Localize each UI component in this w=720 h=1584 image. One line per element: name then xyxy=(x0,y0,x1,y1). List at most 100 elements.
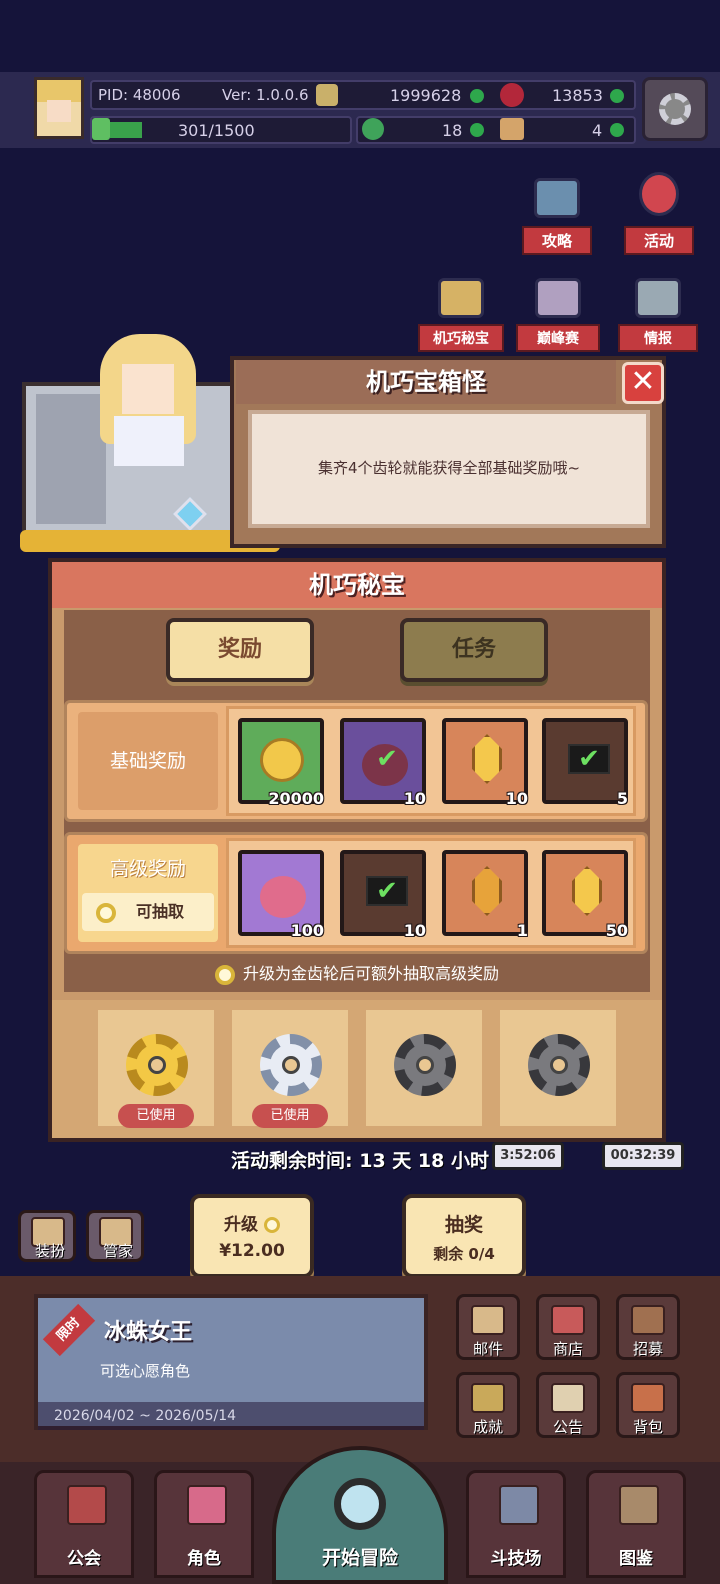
item-icon xyxy=(500,118,524,140)
guide-button[interactable]: 攻略 xyxy=(522,178,592,255)
notice-button[interactable]: 公告 xyxy=(536,1372,600,1438)
dress-button[interactable]: 装扮 xyxy=(18,1210,76,1262)
castle-icon xyxy=(67,1485,107,1525)
activity-button[interactable]: 活动 xyxy=(624,168,694,255)
mail-icon xyxy=(471,1305,505,1335)
player-avatar[interactable] xyxy=(34,77,84,139)
achievement-button[interactable]: 成就 xyxy=(456,1372,520,1438)
add-gem-icon[interactable] xyxy=(610,89,624,103)
reward-item[interactable]: 20000 xyxy=(238,718,324,808)
gear-slot[interactable]: 已使用 xyxy=(232,1010,348,1128)
chest-icon xyxy=(631,1305,665,1335)
butler-button[interactable]: 管家 xyxy=(86,1210,144,1262)
treasure-icon xyxy=(438,278,484,318)
timer-badge: 3:52:06 xyxy=(492,1142,564,1170)
megaphone-icon xyxy=(551,1383,585,1413)
dialog-title: 机巧宝箱怪 xyxy=(236,360,616,404)
panel-title: 机巧秘宝 xyxy=(52,562,662,608)
nav-codex[interactable]: 图鉴 xyxy=(586,1470,686,1578)
activity-label: 活动 xyxy=(624,226,694,255)
limited-tag: 限时 xyxy=(42,1303,96,1357)
add-clover-icon[interactable] xyxy=(470,123,484,137)
banner-date: 2026/04/02 ~ 2026/05/14 xyxy=(38,1402,424,1430)
timer-badge: 00:32:39 xyxy=(602,1142,684,1170)
reward-item[interactable]: 1 xyxy=(442,850,528,940)
gear-slot[interactable] xyxy=(366,1010,482,1126)
check-icon: ✔ xyxy=(366,876,408,906)
swords-icon xyxy=(499,1485,539,1525)
bag-button[interactable]: 背包 xyxy=(616,1372,680,1438)
tab-reward[interactable]: 奖励 xyxy=(166,618,314,682)
add-gold-icon[interactable] xyxy=(470,89,484,103)
balloon-icon xyxy=(639,172,679,216)
magnifier-icon xyxy=(334,1478,386,1530)
add-item-icon[interactable] xyxy=(610,123,624,137)
backpack-icon xyxy=(631,1383,665,1413)
character-icon xyxy=(187,1485,227,1525)
npc-character xyxy=(92,334,202,474)
stamina-text: 301/1500 xyxy=(178,121,255,140)
event-banner[interactable]: 限时 冰蛛女王 可选心愿角色 2026/04/02 ~ 2026/05/14 xyxy=(34,1294,428,1430)
peak-button[interactable]: 巅峰赛 xyxy=(516,278,600,352)
secret-treasure-button[interactable]: 机巧秘宝 xyxy=(418,278,504,352)
nav-character[interactable]: 角色 xyxy=(154,1470,254,1578)
close-icon: ✕ xyxy=(630,364,656,399)
gear-icon xyxy=(659,93,691,125)
gear-icon xyxy=(214,964,235,985)
trophy-icon xyxy=(471,1383,505,1413)
gold-count: 1999628 xyxy=(390,86,462,105)
close-button[interactable]: ✕ xyxy=(622,362,664,404)
nav-guild[interactable]: 公会 xyxy=(34,1470,134,1578)
peak-label: 巅峰赛 xyxy=(516,324,600,352)
reward-item[interactable]: ✔ 10 xyxy=(340,718,426,808)
upgrade-button[interactable]: 升级 ¥12.00 xyxy=(190,1194,314,1278)
tab-task[interactable]: 任务 xyxy=(400,618,548,682)
item-count: 4 xyxy=(592,121,603,140)
chat-icon xyxy=(534,178,580,218)
intel-button[interactable]: 情报 xyxy=(618,278,698,352)
gold-icon xyxy=(316,84,338,106)
gear-icon xyxy=(263,1217,280,1233)
guide-label: 攻略 xyxy=(522,226,592,255)
crystal-icon xyxy=(472,734,502,784)
gear-slot[interactable] xyxy=(500,1010,616,1126)
recruit-button[interactable]: 招募 xyxy=(616,1294,680,1360)
check-icon: ✔ xyxy=(376,744,398,774)
banner-subtitle: 可选心愿角色 xyxy=(100,1362,191,1380)
nav-arena[interactable]: 斗技场 xyxy=(466,1470,566,1578)
coin-icon xyxy=(260,738,304,782)
gear-icon xyxy=(96,903,116,923)
gem-icon xyxy=(500,83,524,107)
clover-icon xyxy=(362,118,384,140)
version-text: Ver: 1.0.0.6 xyxy=(222,86,309,104)
used-badge: 已使用 xyxy=(252,1104,328,1128)
dialog-message: 集齐4个齿轮就能获得全部基础奖励哦~ xyxy=(248,410,650,528)
gem-icon xyxy=(173,497,207,531)
crystal-icon xyxy=(572,866,602,916)
reward-item[interactable]: 100 xyxy=(238,850,324,940)
shop-button[interactable]: 商店 xyxy=(536,1294,600,1360)
lottery-button[interactable]: 抽奖 剩余 0/4 xyxy=(402,1194,526,1278)
gem-count: 13853 xyxy=(552,86,603,105)
gear-slot[interactable]: 已使用 xyxy=(98,1010,214,1128)
book-icon xyxy=(619,1485,659,1525)
stamina-fill xyxy=(110,122,142,138)
reward-item[interactable]: 10 xyxy=(442,718,528,808)
mountain-icon xyxy=(535,278,581,318)
basic-reward-label: 基础奖励 xyxy=(78,712,218,810)
mail-button[interactable]: 邮件 xyxy=(456,1294,520,1360)
reward-item[interactable]: 50 xyxy=(542,850,628,940)
pid-text: PID: 48006 xyxy=(98,86,181,104)
used-badge: 已使用 xyxy=(118,1104,194,1128)
intel-label: 情报 xyxy=(618,324,698,352)
draw-status: 可抽取 xyxy=(82,893,214,931)
reward-item[interactable]: ✔ 10 xyxy=(340,850,426,940)
crystal-icon xyxy=(472,866,502,916)
reward-item[interactable]: ✔ 5 xyxy=(542,718,628,808)
secret-treasure-label: 机巧秘宝 xyxy=(418,324,504,352)
shop-icon xyxy=(551,1305,585,1335)
stamina-icon xyxy=(92,118,110,140)
map-icon xyxy=(635,278,681,318)
settings-button[interactable] xyxy=(642,77,708,141)
check-icon: ✔ xyxy=(568,744,610,774)
